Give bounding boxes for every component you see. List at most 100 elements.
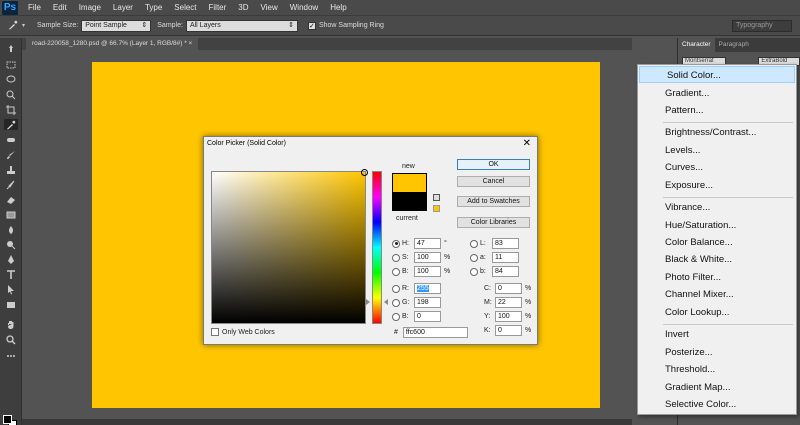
menu-image[interactable]: Image	[73, 0, 107, 16]
pen-tool-icon[interactable]	[4, 254, 18, 265]
saturation-radio[interactable]	[392, 253, 400, 262]
healing-brush-tool-icon[interactable]	[4, 134, 18, 145]
b-channel-input[interactable]: 84	[492, 266, 519, 277]
menu-item-black-white[interactable]: Black & White...	[638, 251, 796, 268]
black-input[interactable]: 0	[495, 325, 522, 336]
magenta-input[interactable]: 22	[495, 297, 522, 308]
dodge-tool-icon[interactable]	[4, 239, 18, 250]
rectangle-tool-icon[interactable]	[4, 299, 18, 310]
menu-item-color-balance[interactable]: Color Balance...	[638, 234, 796, 251]
blue-input[interactable]: 0	[414, 311, 441, 322]
close-icon[interactable]: ✕	[523, 138, 531, 149]
a-channel-radio[interactable]	[470, 253, 478, 262]
add-to-swatches-button[interactable]: Add to Swatches	[457, 196, 530, 207]
current-color-swatch[interactable]	[392, 192, 427, 211]
lightness-radio[interactable]	[470, 239, 478, 248]
red-radio[interactable]	[392, 284, 400, 293]
brightness-input[interactable]: 100	[414, 266, 441, 277]
eraser-tool-icon[interactable]	[4, 194, 18, 205]
hex-input[interactable]: ffc600	[402, 327, 468, 338]
lasso-tool-icon[interactable]	[4, 74, 18, 85]
web-safe-color-swatch[interactable]	[433, 205, 440, 212]
brush-tool-icon[interactable]	[4, 149, 18, 160]
type-tool-icon[interactable]	[4, 269, 18, 280]
quick-selection-tool-icon[interactable]	[4, 89, 18, 100]
b-channel-radio[interactable]	[470, 267, 478, 276]
a-channel-input[interactable]: 11	[492, 252, 519, 263]
history-brush-tool-icon[interactable]	[4, 179, 18, 190]
path-selection-tool-icon[interactable]	[4, 284, 18, 295]
red-input[interactable]: 255	[414, 283, 441, 294]
menu-item-hue-saturation[interactable]: Hue/Saturation...	[638, 217, 796, 234]
menu-edit[interactable]: Edit	[47, 0, 73, 16]
tab-character[interactable]: Character	[678, 38, 715, 52]
menu-item-brightness-contrast[interactable]: Brightness/Contrast...	[638, 124, 796, 141]
workspace-switcher[interactable]: Typography	[732, 20, 792, 32]
eyedropper-icon[interactable]	[8, 20, 20, 32]
ok-button[interactable]: OK	[457, 159, 530, 170]
hue-slider-arrow-right-icon[interactable]	[384, 299, 388, 305]
marquee-tool-icon[interactable]	[4, 59, 18, 70]
cyan-input[interactable]: 0	[495, 283, 522, 294]
menu-item-gradient[interactable]: Gradient...	[638, 85, 796, 102]
menu-select[interactable]: Select	[168, 0, 202, 16]
move-tool-icon[interactable]	[4, 44, 18, 55]
menu-file[interactable]: File	[22, 0, 47, 16]
hue-radio[interactable]	[392, 239, 400, 248]
menu-3d[interactable]: 3D	[232, 0, 254, 16]
menu-item-pattern[interactable]: Pattern...	[638, 102, 796, 119]
menu-item-posterize[interactable]: Posterize...	[638, 344, 796, 361]
tool-preset-chevron-icon[interactable]: ▾	[22, 22, 25, 29]
sample-size-select[interactable]: Point Sample ⇕	[81, 19, 152, 32]
menu-layer[interactable]: Layer	[107, 0, 139, 16]
menu-item-gradient-map[interactable]: Gradient Map...	[638, 379, 796, 396]
sample-select[interactable]: All Layers ⇕	[185, 19, 298, 32]
menu-type[interactable]: Type	[139, 0, 168, 16]
color-libraries-button[interactable]: Color Libraries	[457, 217, 530, 228]
only-web-colors-option[interactable]: Only Web Colors	[211, 328, 275, 336]
menu-view[interactable]: View	[255, 0, 284, 16]
hue-slider[interactable]	[372, 171, 382, 324]
tab-paragraph[interactable]: Paragraph	[715, 38, 753, 52]
menu-item-solid-color[interactable]: Solid Color...	[639, 66, 795, 83]
color-marker[interactable]	[361, 169, 368, 176]
yellow-input[interactable]: 100	[495, 311, 522, 322]
menu-filter[interactable]: Filter	[203, 0, 233, 16]
menu-item-channel-mixer[interactable]: Channel Mixer...	[638, 286, 796, 303]
blur-tool-icon[interactable]	[4, 224, 18, 235]
green-input[interactable]: 198	[414, 297, 441, 308]
hand-tool-icon[interactable]	[4, 319, 18, 330]
more-tools-icon[interactable]	[4, 350, 18, 361]
lightness-input[interactable]: 83	[492, 238, 519, 249]
red-field-row: R: 255	[392, 283, 441, 294]
blue-radio[interactable]	[392, 312, 400, 321]
menu-item-exposure[interactable]: Exposure...	[638, 177, 796, 194]
document-tab[interactable]: road-220058_1280.psd @ 66.7% (Layer 1, R…	[26, 38, 199, 50]
clone-stamp-tool-icon[interactable]	[4, 164, 18, 175]
crop-tool-icon[interactable]	[4, 104, 18, 115]
menu-item-threshold[interactable]: Threshold...	[638, 361, 796, 378]
menu-item-vibrance[interactable]: Vibrance...	[638, 199, 796, 216]
green-radio[interactable]	[392, 298, 400, 307]
foreground-color-swatch[interactable]	[3, 415, 12, 424]
saturation-input[interactable]: 100	[414, 252, 441, 263]
only-web-colors-checkbox[interactable]	[211, 328, 219, 336]
saturation-brightness-field[interactable]	[211, 169, 368, 324]
menu-item-color-lookup[interactable]: Color Lookup...	[638, 304, 796, 321]
menu-item-curves[interactable]: Curves...	[638, 159, 796, 176]
brightness-radio[interactable]	[392, 267, 400, 276]
eyedropper-tool-icon[interactable]	[4, 119, 18, 130]
gradient-tool-icon[interactable]	[4, 209, 18, 220]
hue-input[interactable]: 47	[414, 238, 441, 249]
menu-window[interactable]: Window	[284, 0, 324, 16]
sampling-ring-checkbox[interactable]: ✓	[307, 21, 316, 30]
zoom-tool-icon[interactable]	[4, 334, 18, 345]
hue-slider-arrow-left-icon[interactable]	[366, 299, 370, 305]
menu-item-photo-filter[interactable]: Photo Filter...	[638, 269, 796, 286]
cancel-button[interactable]: Cancel	[457, 176, 530, 187]
menu-item-selective-color[interactable]: Selective Color...	[638, 396, 796, 413]
menu-item-levels[interactable]: Levels...	[638, 142, 796, 159]
menu-item-invert[interactable]: Invert	[638, 326, 796, 343]
menu-help[interactable]: Help	[324, 0, 352, 16]
out-of-gamut-cube-icon[interactable]	[433, 194, 440, 201]
